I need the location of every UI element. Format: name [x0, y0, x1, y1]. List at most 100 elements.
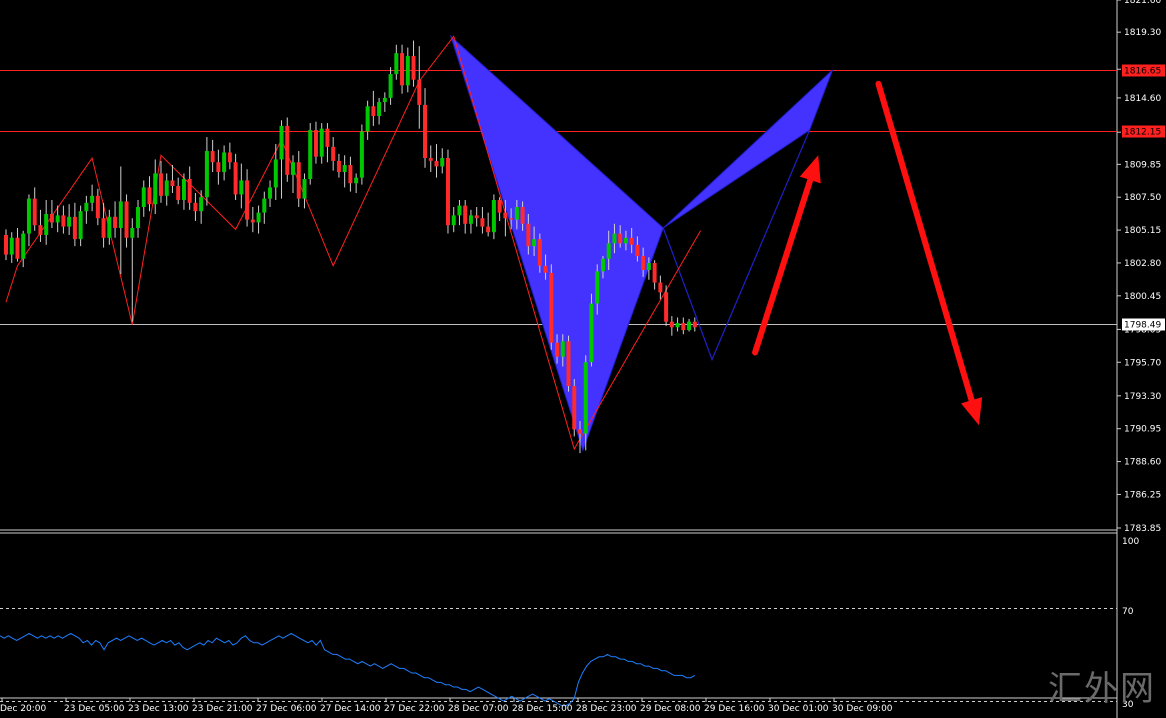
candle-body — [348, 165, 353, 184]
candle-body — [233, 162, 238, 195]
candle-body — [520, 207, 525, 224]
candle-body — [600, 258, 605, 272]
price-tag-label: 1798.49 — [1124, 321, 1161, 331]
candle-body — [118, 201, 123, 228]
candle-body — [336, 160, 341, 173]
candle-body — [325, 128, 330, 147]
candle-body — [210, 151, 215, 163]
candle-body — [90, 195, 95, 203]
candle-body — [262, 198, 267, 213]
time-tick-label: 27 Dec 06:00 — [256, 704, 317, 714]
candle-body — [21, 233, 26, 259]
candle-body — [84, 202, 89, 212]
price-tick-label: 1809.85 — [1124, 160, 1161, 170]
candle-body — [302, 179, 307, 199]
candle-body — [359, 131, 364, 178]
candle-body — [606, 243, 611, 259]
candle-body — [78, 211, 83, 240]
candle-body — [55, 215, 60, 223]
candle-body — [15, 237, 20, 259]
price-tick-label: 1783.85 — [1124, 524, 1161, 534]
candle-body — [61, 215, 66, 227]
candle-body — [193, 202, 198, 212]
time-tick-label: 29 Dec 08:00 — [640, 704, 701, 714]
candle-body — [486, 226, 491, 233]
candle-body — [572, 386, 577, 430]
candle-body — [308, 130, 313, 180]
candle-body — [141, 187, 146, 208]
candle-body — [176, 186, 181, 201]
watermark: 汇外网 — [1048, 669, 1156, 709]
time-tick-label: 29 Dec 16:00 — [704, 704, 765, 714]
candle-body — [67, 216, 72, 227]
candle-body — [583, 362, 588, 434]
candle-body — [153, 173, 158, 205]
price-tick-label: 1807.50 — [1124, 193, 1161, 203]
candle-body — [170, 180, 175, 187]
candle-body — [313, 130, 318, 157]
candle-body — [480, 218, 485, 227]
candle-body — [371, 106, 376, 117]
candle-body — [296, 162, 301, 199]
candle-body — [675, 323, 680, 328]
candle-body — [440, 158, 445, 167]
candle-body — [32, 198, 37, 226]
candle-body — [382, 97, 387, 103]
price-tick-label: 1790.95 — [1124, 425, 1161, 435]
candle-body — [623, 237, 628, 244]
candle-body — [199, 197, 204, 212]
time-tick-label: 27 Dec 14:00 — [320, 704, 381, 714]
candle-body — [394, 53, 399, 75]
candle-body — [124, 201, 129, 238]
candle-body — [107, 216, 112, 238]
candle-body — [136, 207, 141, 228]
candle-body — [227, 152, 232, 163]
candle-body — [526, 223, 531, 247]
candle-body — [377, 102, 382, 117]
candle-body — [566, 341, 571, 387]
candle-body — [457, 205, 462, 216]
candle-body — [239, 180, 244, 195]
candle-body — [612, 233, 617, 244]
candle-body — [113, 216, 118, 228]
candle-body — [417, 79, 422, 105]
candle-body — [474, 215, 479, 219]
candle-body — [158, 173, 163, 196]
candle-body — [589, 303, 594, 363]
candle-body — [445, 158, 450, 226]
candle-body — [245, 180, 250, 220]
pattern-bcd-triangle — [662, 69, 834, 229]
candle-body — [365, 106, 370, 132]
time-tick-label: 23 Dec 05:00 — [64, 704, 125, 714]
candle-body — [641, 255, 646, 270]
candle-body — [509, 218, 514, 220]
candle-body — [687, 321, 692, 331]
candle-body — [204, 151, 209, 198]
price-tag-label: 1812.15 — [1124, 128, 1161, 138]
time-tick-label: 28 Dec 23:00 — [576, 704, 637, 714]
candle-body — [268, 187, 273, 199]
time-tick-label: Dec 20:00 — [0, 704, 46, 714]
candle-body — [635, 244, 640, 256]
candle-body — [4, 234, 8, 255]
candle-body — [342, 165, 347, 173]
price-tick-label: 1795.70 — [1124, 358, 1161, 368]
candle-body — [279, 125, 284, 160]
chart-canvas: 1821.60 1819.30 1816.65 1814.60 1812.15 1809.… — [0, 0, 1165, 718]
candle-body — [595, 271, 600, 304]
time-tick-label: 28 Dec 15:00 — [512, 704, 573, 714]
trend-arrow-head — [961, 397, 983, 426]
candle-body — [423, 104, 428, 159]
price-tick-label: 1786.25 — [1124, 490, 1161, 500]
candle-body — [537, 239, 542, 266]
candle-body — [331, 146, 336, 161]
price-tick-label: 1802.80 — [1124, 259, 1161, 269]
candle-body — [405, 55, 410, 86]
candle-body — [652, 262, 657, 283]
candle-body — [411, 55, 416, 80]
candle-body — [543, 265, 548, 273]
candle-body — [578, 429, 582, 434]
candle-body — [49, 213, 54, 223]
candle-body — [101, 218, 106, 238]
price-tick-label: 1800.45 — [1124, 292, 1161, 302]
